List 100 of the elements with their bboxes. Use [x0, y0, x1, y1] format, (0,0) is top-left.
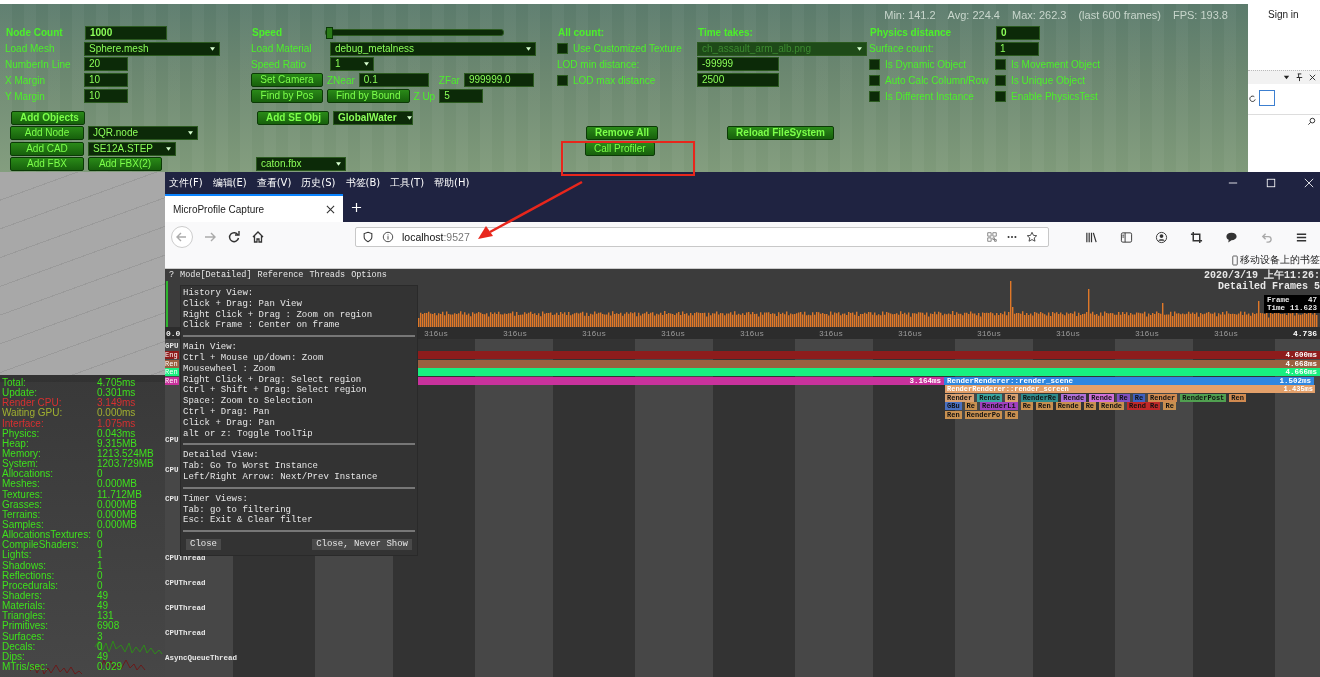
refresh-icon[interactable]: [1248, 93, 1257, 103]
profiler-menu-item[interactable]: Reference: [257, 270, 304, 280]
dropdown[interactable]: SE12A.STEP: [88, 141, 176, 156]
stat-value: 0.043ms: [97, 428, 136, 439]
stat-label: AllocationsTextures:: [2, 530, 92, 541]
action-button[interactable]: Add Objects: [11, 110, 85, 125]
caret-icon: [210, 46, 215, 51]
action-button[interactable]: Add FBX(2): [88, 157, 162, 172]
dropdown[interactable]: debug_metalness: [330, 41, 536, 56]
action-button[interactable]: Add Node: [10, 126, 84, 141]
menu-item[interactable]: 帮助(H): [434, 176, 470, 190]
stat-value: 0: [97, 641, 103, 652]
crop-icon[interactable]: [1190, 230, 1203, 244]
chat-bubble-icon[interactable]: [1225, 230, 1238, 244]
menu-item[interactable]: 编辑(E): [212, 176, 247, 190]
action-button[interactable]: Add FBX: [10, 157, 84, 172]
stat-value: 3.149ms: [97, 398, 136, 409]
stat-value: 3: [97, 631, 103, 642]
dropdown[interactable]: caton.fbx: [256, 157, 346, 172]
dropdown[interactable]: GlobalWater: [333, 110, 413, 125]
stat-label: Materials:: [2, 601, 47, 612]
action-button[interactable]: Set Camera: [251, 73, 323, 88]
help-heading: Detailed View:: [183, 450, 260, 461]
maximize-icon[interactable]: [1266, 178, 1276, 188]
profiler-menu-item[interactable]: ?: [169, 270, 175, 280]
input-field[interactable]: 0.1: [358, 73, 429, 88]
new-tab-icon[interactable]: [351, 202, 362, 213]
profiler-menu-item[interactable]: Mode[Detailed]: [180, 270, 252, 280]
action-button[interactable]: Reload FileSystem: [727, 126, 834, 141]
toolbar-button[interactable]: [1259, 90, 1275, 106]
dropdown[interactable]: JQR.node: [88, 126, 198, 141]
caret-icon: [857, 46, 862, 51]
menu-item[interactable]: 工具(T): [390, 176, 425, 190]
browser-tab[interactable]: MicroProfile Capture: [165, 194, 343, 222]
input-field[interactable]: 999999.0: [463, 73, 534, 88]
help-button[interactable]: Close, Never Show: [312, 539, 412, 551]
stat-value: 6908: [97, 621, 120, 632]
stat-label: Physics:: [2, 428, 41, 439]
stat-value: 49: [97, 590, 109, 601]
reload-icon[interactable]: [227, 230, 241, 244]
ruler-label: 0.0: [165, 328, 182, 338]
stat-value: 1.075ms: [97, 418, 136, 429]
input-field[interactable]: 20: [84, 57, 128, 72]
account-icon[interactable]: [1155, 230, 1168, 244]
control-label: LOD min distance:: [557, 59, 640, 70]
profiler-menu-item[interactable]: Options: [351, 270, 387, 280]
menu-item[interactable]: 书签(B): [345, 176, 381, 190]
shield-icon[interactable]: [362, 231, 374, 243]
input-field[interactable]: 10: [84, 73, 128, 88]
dropdown[interactable]: Sphere.mesh: [84, 41, 220, 56]
close-icon[interactable]: [1308, 73, 1317, 82]
control-label: Y Margin: [5, 90, 46, 102]
fps-stat: (last 600 frames): [1078, 8, 1161, 21]
stat-value: 0: [97, 469, 103, 480]
stat-label: Update:: [2, 388, 38, 399]
pin-icon[interactable]: [1295, 73, 1304, 82]
action-button[interactable]: Add CAD: [10, 141, 84, 156]
input-field[interactable]: 2500: [697, 73, 779, 88]
menu-item[interactable]: 历史(S): [301, 176, 336, 190]
action-button[interactable]: Remove All: [586, 126, 659, 141]
action-button[interactable]: Find by Bound: [327, 89, 410, 104]
qr-code-icon[interactable]: [986, 231, 998, 243]
library-icon[interactable]: [1085, 230, 1098, 244]
control-label: Surface count:: [869, 43, 934, 55]
profiler-menu-item[interactable]: Threads: [309, 270, 346, 280]
stat-label: Procedurals:: [2, 580, 60, 591]
control-label: Physics distance: [870, 27, 952, 39]
stat-label: Lights:: [2, 550, 32, 561]
info-icon[interactable]: [382, 231, 394, 243]
sign-in-link[interactable]: Sign in: [1268, 9, 1320, 20]
stat-label: Total:: [2, 378, 27, 388]
caret-icon: [406, 115, 412, 120]
menu-item[interactable]: 查看(V): [256, 176, 292, 190]
ruler-tick-label: 316us: [739, 328, 765, 338]
stat-label: Allocations:: [2, 469, 55, 480]
input-field[interactable]: 5: [439, 89, 484, 104]
control-label: Time takes:: [698, 27, 753, 39]
action-button[interactable]: Find by Pos: [251, 89, 323, 104]
input-field[interactable]: 1000: [85, 25, 167, 40]
dropdown[interactable]: 1: [330, 57, 374, 72]
input-field[interactable]: -99999: [697, 57, 779, 72]
star-icon[interactable]: [1026, 231, 1038, 243]
bookmark-folder[interactable]: 移动设备上的书签: [1240, 253, 1320, 267]
close-icon[interactable]: [326, 204, 335, 214]
action-button[interactable]: Add SE Obj: [257, 110, 329, 125]
stat-label: Render CPU:: [2, 398, 63, 409]
speed-slider[interactable]: [325, 29, 504, 37]
sidebar-icon[interactable]: [1120, 230, 1133, 244]
stat-label: Memory:: [2, 449, 42, 460]
ruler-tick-label: 316us: [897, 328, 923, 338]
menu-item[interactable]: 文件(F): [169, 176, 203, 190]
address-bar[interactable]: localhost:9527: [355, 227, 1049, 247]
capture-date: 2020/3/19 上午11:26:: [1204, 270, 1320, 281]
input-field[interactable]: 10: [84, 89, 128, 104]
input-field[interactable]: 0: [996, 25, 1040, 40]
caret-icon[interactable]: [1282, 73, 1291, 82]
input-field[interactable]: 1: [995, 41, 1039, 56]
help-button[interactable]: Close: [186, 539, 221, 551]
home-icon[interactable]: [251, 230, 265, 244]
stat-value: 11.712MB: [97, 489, 142, 500]
